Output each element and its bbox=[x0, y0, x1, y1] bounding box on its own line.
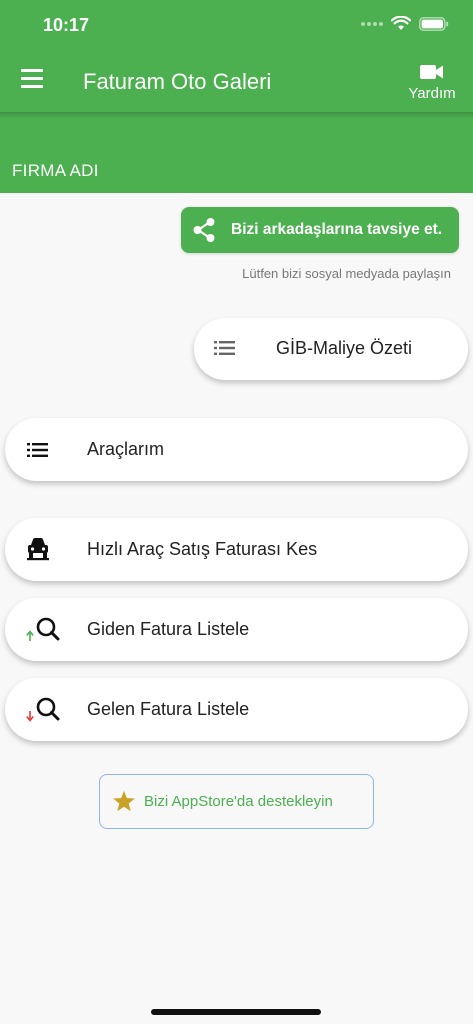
outgoing-invoices-button[interactable]: Giden Fatura Listele bbox=[5, 598, 468, 661]
app-header: 10:17 Faturam Oto Galeri Yardım FIRMA AD… bbox=[0, 0, 473, 193]
app-bar-shadow bbox=[0, 112, 473, 118]
battery-icon bbox=[419, 16, 449, 31]
share-icon bbox=[193, 218, 215, 242]
app-bar: Faturam Oto Galeri Yardım bbox=[0, 52, 473, 112]
status-time: 10:17 bbox=[43, 15, 90, 35]
search-arrow-down-icon bbox=[26, 697, 60, 722]
signal-icon bbox=[361, 21, 383, 26]
help-button[interactable]: Yardım bbox=[405, 62, 459, 106]
quick-sale-invoice-button[interactable]: Hızlı Araç Satış Faturası Kes bbox=[5, 518, 468, 581]
vehicles-button[interactable]: Araçlarım bbox=[5, 418, 468, 481]
menu-button[interactable] bbox=[18, 69, 46, 95]
outgoing-invoices-label: Giden Fatura Listele bbox=[87, 619, 250, 639]
search-arrow-up-icon bbox=[26, 617, 60, 641]
quick-sale-invoice-label: Hızlı Araç Satış Faturası Kes bbox=[87, 539, 318, 559]
list-icon bbox=[27, 443, 48, 457]
menu-icon bbox=[18, 69, 46, 88]
status-bar: 10:17 bbox=[0, 0, 473, 52]
gib-summary-label: GİB-Maliye Özeti bbox=[276, 338, 413, 358]
help-label: Yardım bbox=[408, 85, 456, 102]
video-camera-icon bbox=[420, 65, 443, 79]
share-hint: Lütfen bizi sosyal medyada paylaşın bbox=[242, 266, 451, 281]
wifi-icon bbox=[391, 16, 411, 30]
app-title: Faturam Oto Galeri bbox=[83, 69, 272, 94]
gib-summary-button[interactable]: GİB-Maliye Özeti bbox=[194, 318, 468, 380]
list-icon bbox=[214, 341, 235, 355]
star-icon bbox=[113, 790, 135, 812]
share-button-label: Bizi arkadaşlarına tavsiye et. bbox=[231, 221, 443, 238]
home-indicator[interactable] bbox=[151, 1009, 321, 1015]
appstore-support-label: Bizi AppStore'da destekleyin bbox=[144, 793, 333, 810]
status-icons bbox=[361, 16, 449, 31]
share-button[interactable]: Bizi arkadaşlarına tavsiye et. bbox=[181, 207, 459, 253]
incoming-invoices-label: Gelen Fatura Listele bbox=[87, 699, 250, 719]
appstore-support-button[interactable]: Bizi AppStore'da destekleyin bbox=[99, 774, 374, 829]
company-name: FIRMA ADI bbox=[12, 161, 99, 180]
incoming-invoices-button[interactable]: Gelen Fatura Listele bbox=[5, 678, 468, 741]
car-icon bbox=[27, 538, 49, 561]
vehicles-label: Araçlarım bbox=[87, 439, 165, 459]
